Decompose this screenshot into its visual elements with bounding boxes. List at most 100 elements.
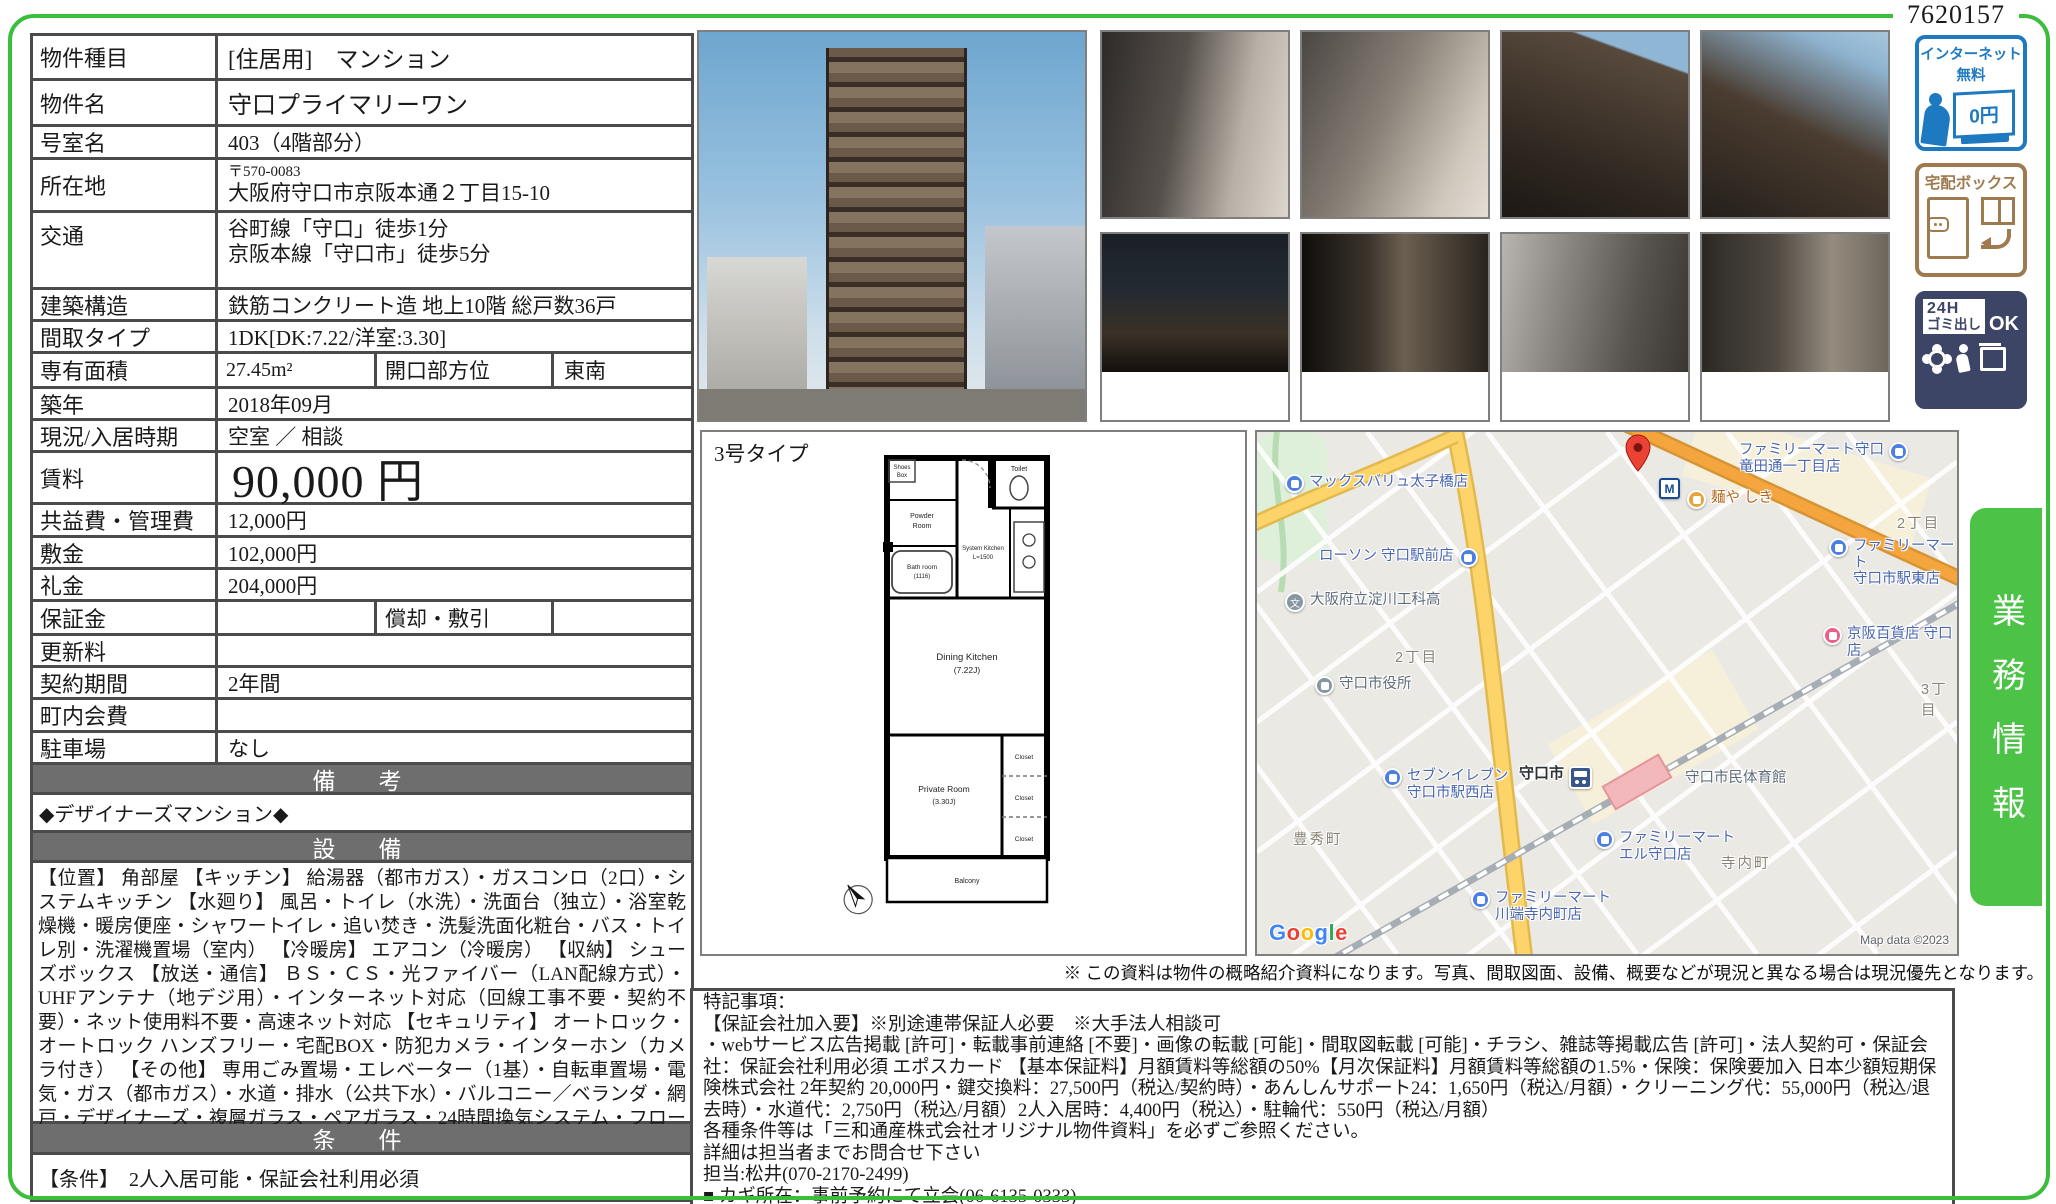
notes-body: ・webサービス広告掲載 [許可]・転載事前連絡 [不要]・画像の転載 [可能]…	[703, 1036, 1942, 1122]
sub-label: 償却・敷引	[377, 602, 554, 633]
row-value	[218, 700, 691, 730]
row-label: 共益費・管理費	[33, 505, 218, 535]
district-label: 豊秀町	[1293, 828, 1343, 849]
row-label: 号室名	[33, 127, 218, 157]
row-label: 間取タイプ	[33, 322, 218, 351]
room-label: (1116)	[914, 574, 930, 580]
row-label: 更新料	[33, 636, 218, 665]
notes-line: 各種条件等は「三和通産株式会社オリジナル物件資料」を必ずご参照ください。	[703, 1122, 1942, 1144]
room-label: L=1500	[973, 555, 994, 561]
sub-label: 開口部方位	[377, 354, 554, 386]
google-logo: Google	[1269, 920, 1348, 946]
section-header-equipment: 設 備	[33, 833, 691, 863]
section-header-remarks: 備 考	[33, 765, 691, 795]
badge-title: 宅配ボックス	[1919, 171, 2023, 193]
row-label: 契約期間	[33, 668, 218, 697]
area-value: 27.45m²	[218, 354, 377, 386]
map-panel: マックスバリュ太子橋店 ファミリーマート守口 竜田通一丁目店 M 麺や しき 2…	[1255, 430, 1959, 956]
equipment-row: 【位置】 角部屋 【キッチン】 給湯器（都市ガス）・ガスコンロ（2口）・システム…	[33, 863, 691, 1124]
photo-texture	[1502, 32, 1688, 217]
special-notes-box: 特記事項： 【保証会社加入要】※別途連帯保証人必要 ※大手法人相談可 ・webサ…	[690, 988, 1955, 1204]
department-store-icon	[1823, 626, 1842, 645]
deposit-value	[218, 602, 377, 633]
photo-entrance-lobby	[1300, 232, 1490, 422]
room-label: System Kitchen	[962, 546, 1004, 552]
conditions-content: 【条件】 2人入居可能・保証会社利用必須	[33, 1155, 691, 1199]
notes-line: 【保証会社加入要】※別途連帯保証人必要 ※大手法人相談可	[703, 1015, 1942, 1037]
poi-familymart-el: ファミリーマート エル守口店	[1595, 830, 1735, 863]
room-label: Box	[897, 473, 907, 479]
row-label: 物件名	[33, 81, 218, 124]
disclaimer-note: ※ この資料は物件の概略紹介資料になります。写真、間取図面、設備、概要などが現況…	[1064, 960, 2044, 985]
district-label: 2丁目	[1395, 646, 1438, 667]
photo-building-exterior	[697, 30, 1087, 422]
poi-city-gymnasium: 守口市民体育館	[1685, 770, 1787, 787]
row-label: 所在地	[33, 160, 218, 210]
photo-texture	[826, 48, 967, 389]
district-label: 2丁目	[1897, 512, 1940, 533]
floorplan-drawing: Shoes Box Powder Room Bath room (1116) T…	[817, 450, 1127, 930]
room-label: Powder	[910, 513, 934, 520]
photo-texture	[1102, 32, 1288, 217]
room-label: (7.22J)	[954, 665, 981, 675]
table-row: 契約期間 2年間	[33, 668, 691, 700]
photo-bedroom	[1300, 30, 1490, 219]
room-label: Closet	[1015, 836, 1034, 843]
table-row: 町内会費	[33, 700, 691, 733]
photo-texture	[1702, 234, 1888, 372]
convenience-store-icon	[1459, 548, 1478, 567]
table-row: 交通 谷町線「守口」徒歩1分 京阪本線「守口市」徒歩5分	[33, 213, 691, 290]
poi-menya-shiki: 麺や しき	[1687, 490, 1773, 509]
property-table: 物件種目 [住居用] マンション 物件名 守口プライマリーワン 号室名 403（…	[30, 33, 694, 1202]
row-label: 専有面積	[33, 354, 218, 386]
photo-texture	[1302, 32, 1488, 217]
property-sheet: 7620157 物件種目 [住居用] マンション 物件名 守口プライマリーワン …	[0, 0, 2056, 1204]
trash-bin-icon	[1980, 347, 2006, 371]
row-value: 102,000円	[218, 538, 691, 567]
convenience-store-icon	[1595, 830, 1614, 849]
property-location-pin	[1625, 434, 1651, 472]
table-row: 保証金 償却・敷引	[33, 602, 691, 636]
floorplan-panel: 3号タイプ Shoes Box	[700, 430, 1247, 956]
photo-elevator-hall	[1500, 232, 1690, 422]
row-value: 12,000円	[218, 505, 691, 535]
arrow-icon	[1981, 237, 1991, 249]
access-line: 京阪本線「守口市」徒歩5分	[228, 242, 491, 267]
row-value: 1DK[DK:7.22/洋室:3.30]	[218, 322, 691, 351]
school-icon: 文	[1285, 592, 1305, 612]
sun-icon	[1928, 350, 1946, 368]
badge-delivery-box: 宅配ボックス	[1915, 163, 2027, 277]
room-label: Toilet	[1011, 466, 1027, 473]
row-value: 403（4階部分）	[218, 127, 691, 157]
sub-value	[554, 602, 691, 633]
photo-texture	[1102, 234, 1288, 372]
notes-contact: 担当:松井(070-2170-2499)	[703, 1165, 1942, 1187]
badge-title: インターネット無料	[1919, 43, 2023, 85]
photo-corridor	[1700, 232, 1890, 422]
notes-key-location: ■ カギ所在：事前予約にて立会(06-6135-0333)	[703, 1187, 1942, 1204]
badge-24h-garbage: 24H ゴミ出し OK	[1915, 291, 2027, 409]
table-row: 礼金 204,000円	[33, 570, 691, 602]
equipment-content: 【位置】 角部屋 【キッチン】 給湯器（都市ガス）・ガスコンロ（2口）・システム…	[33, 863, 691, 1121]
sub-value: 東南	[554, 354, 691, 386]
photo-facade-lookup	[1500, 30, 1690, 219]
row-label: 建築構造	[33, 290, 218, 319]
photo-texture	[1702, 32, 1888, 217]
delivery-box-icon	[1919, 193, 2023, 265]
row-label: 保証金	[33, 602, 218, 633]
convenience-store-icon	[1829, 538, 1848, 557]
compass-icon	[836, 877, 877, 919]
row-label: 駐車場	[33, 733, 218, 762]
photo-living-room	[1100, 30, 1290, 219]
zero-yen-screen-icon: 0円	[1953, 89, 2015, 138]
zip-code: 〒570-0083	[228, 164, 550, 182]
section-header-conditions: 条 件	[33, 1124, 691, 1155]
photo-texture	[707, 257, 807, 389]
table-row: 物件名 守口プライマリーワン	[33, 81, 691, 127]
metro-station-icon: M	[1659, 478, 1680, 499]
poi-familymart-higashi: ファミリーマート 守口市駅東店	[1829, 538, 1957, 588]
address: 大阪府守口市京阪本通２丁目15-10	[228, 181, 550, 205]
room-label: (3.30J)	[932, 797, 956, 806]
room-label: Closet	[1015, 795, 1034, 802]
district-label: 寺内町	[1721, 852, 1771, 873]
